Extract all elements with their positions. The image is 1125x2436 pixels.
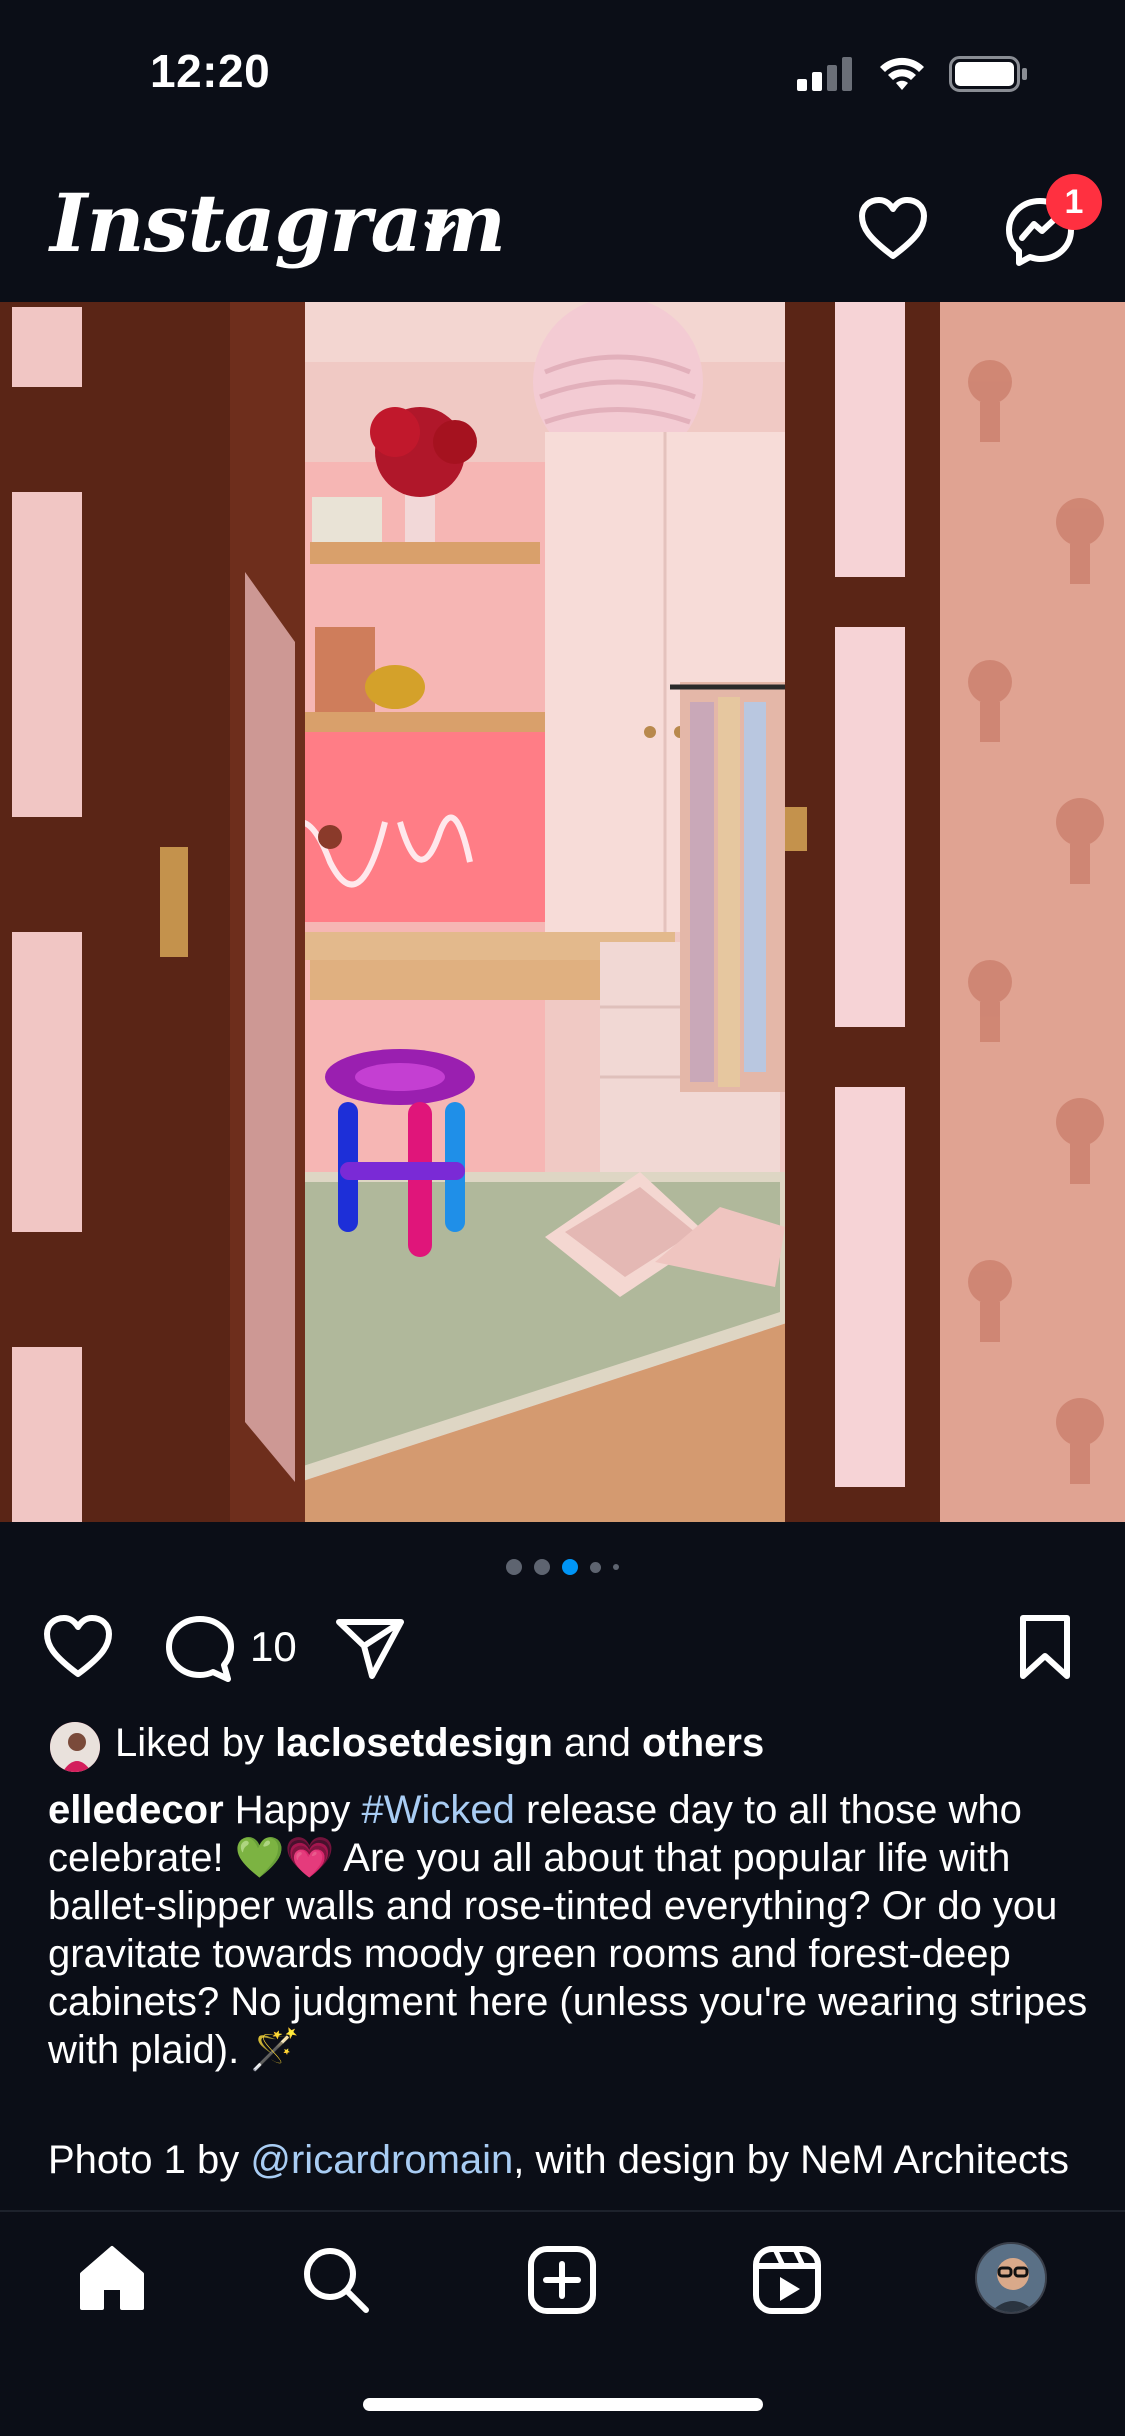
profile-avatar[interactable] (975, 2242, 1047, 2314)
signal-icon (797, 57, 852, 91)
save-bookmark-icon[interactable] (1017, 1614, 1073, 1680)
battery-icon (949, 56, 1027, 92)
closet-room-photo (0, 302, 1125, 1522)
carousel-dot (506, 1559, 522, 1575)
status-icons (797, 56, 1029, 92)
like-heart-icon[interactable] (42, 1614, 114, 1680)
liked-by-others[interactable]: others (642, 1721, 764, 1765)
carousel-dot (534, 1559, 550, 1575)
reels-icon[interactable] (751, 2244, 823, 2316)
post-image[interactable] (0, 302, 1125, 1522)
instagram-feed-screen: 12:20 Instagram 1 10 Liked by laclosetde… (0, 0, 1125, 2436)
liked-by-avatar[interactable] (48, 1720, 102, 1774)
carousel-dots (0, 1559, 1125, 1575)
post-caption: elledecor Happy #Wicked release day to a… (48, 1786, 1088, 2074)
caption-text: Happy (234, 1788, 351, 1832)
liked-by-user[interactable]: laclosetdesign (275, 1721, 553, 1765)
caption-hashtag[interactable]: #Wicked (362, 1788, 515, 1832)
share-send-icon[interactable] (334, 1614, 406, 1680)
avatar-image (50, 1722, 100, 1772)
caption-username[interactable]: elledecor (48, 1788, 224, 1832)
carousel-dot (590, 1561, 601, 1573)
search-icon[interactable] (300, 2244, 372, 2316)
chevron-down-icon[interactable] (422, 218, 458, 242)
comment-count[interactable]: 10 (250, 1623, 297, 1671)
credit-mention[interactable]: @ricardromain (250, 2138, 513, 2182)
notification-badge: 1 (1046, 174, 1102, 230)
liked-by-text[interactable]: Liked by laclosetdesign and others (115, 1721, 764, 1766)
comment-icon[interactable] (164, 1614, 236, 1684)
activity-heart-icon[interactable] (857, 196, 929, 262)
photo-credit: Photo 1 by @ricardromain, with design by… (48, 2138, 1070, 2182)
wifi-icon (880, 57, 924, 90)
status-time: 12:20 (150, 45, 271, 97)
create-post-icon[interactable] (526, 2244, 598, 2316)
home-icon[interactable] (76, 2244, 148, 2312)
carousel-dot-active (562, 1559, 578, 1575)
home-indicator (363, 2398, 763, 2411)
carousel-dot (613, 1564, 619, 1570)
